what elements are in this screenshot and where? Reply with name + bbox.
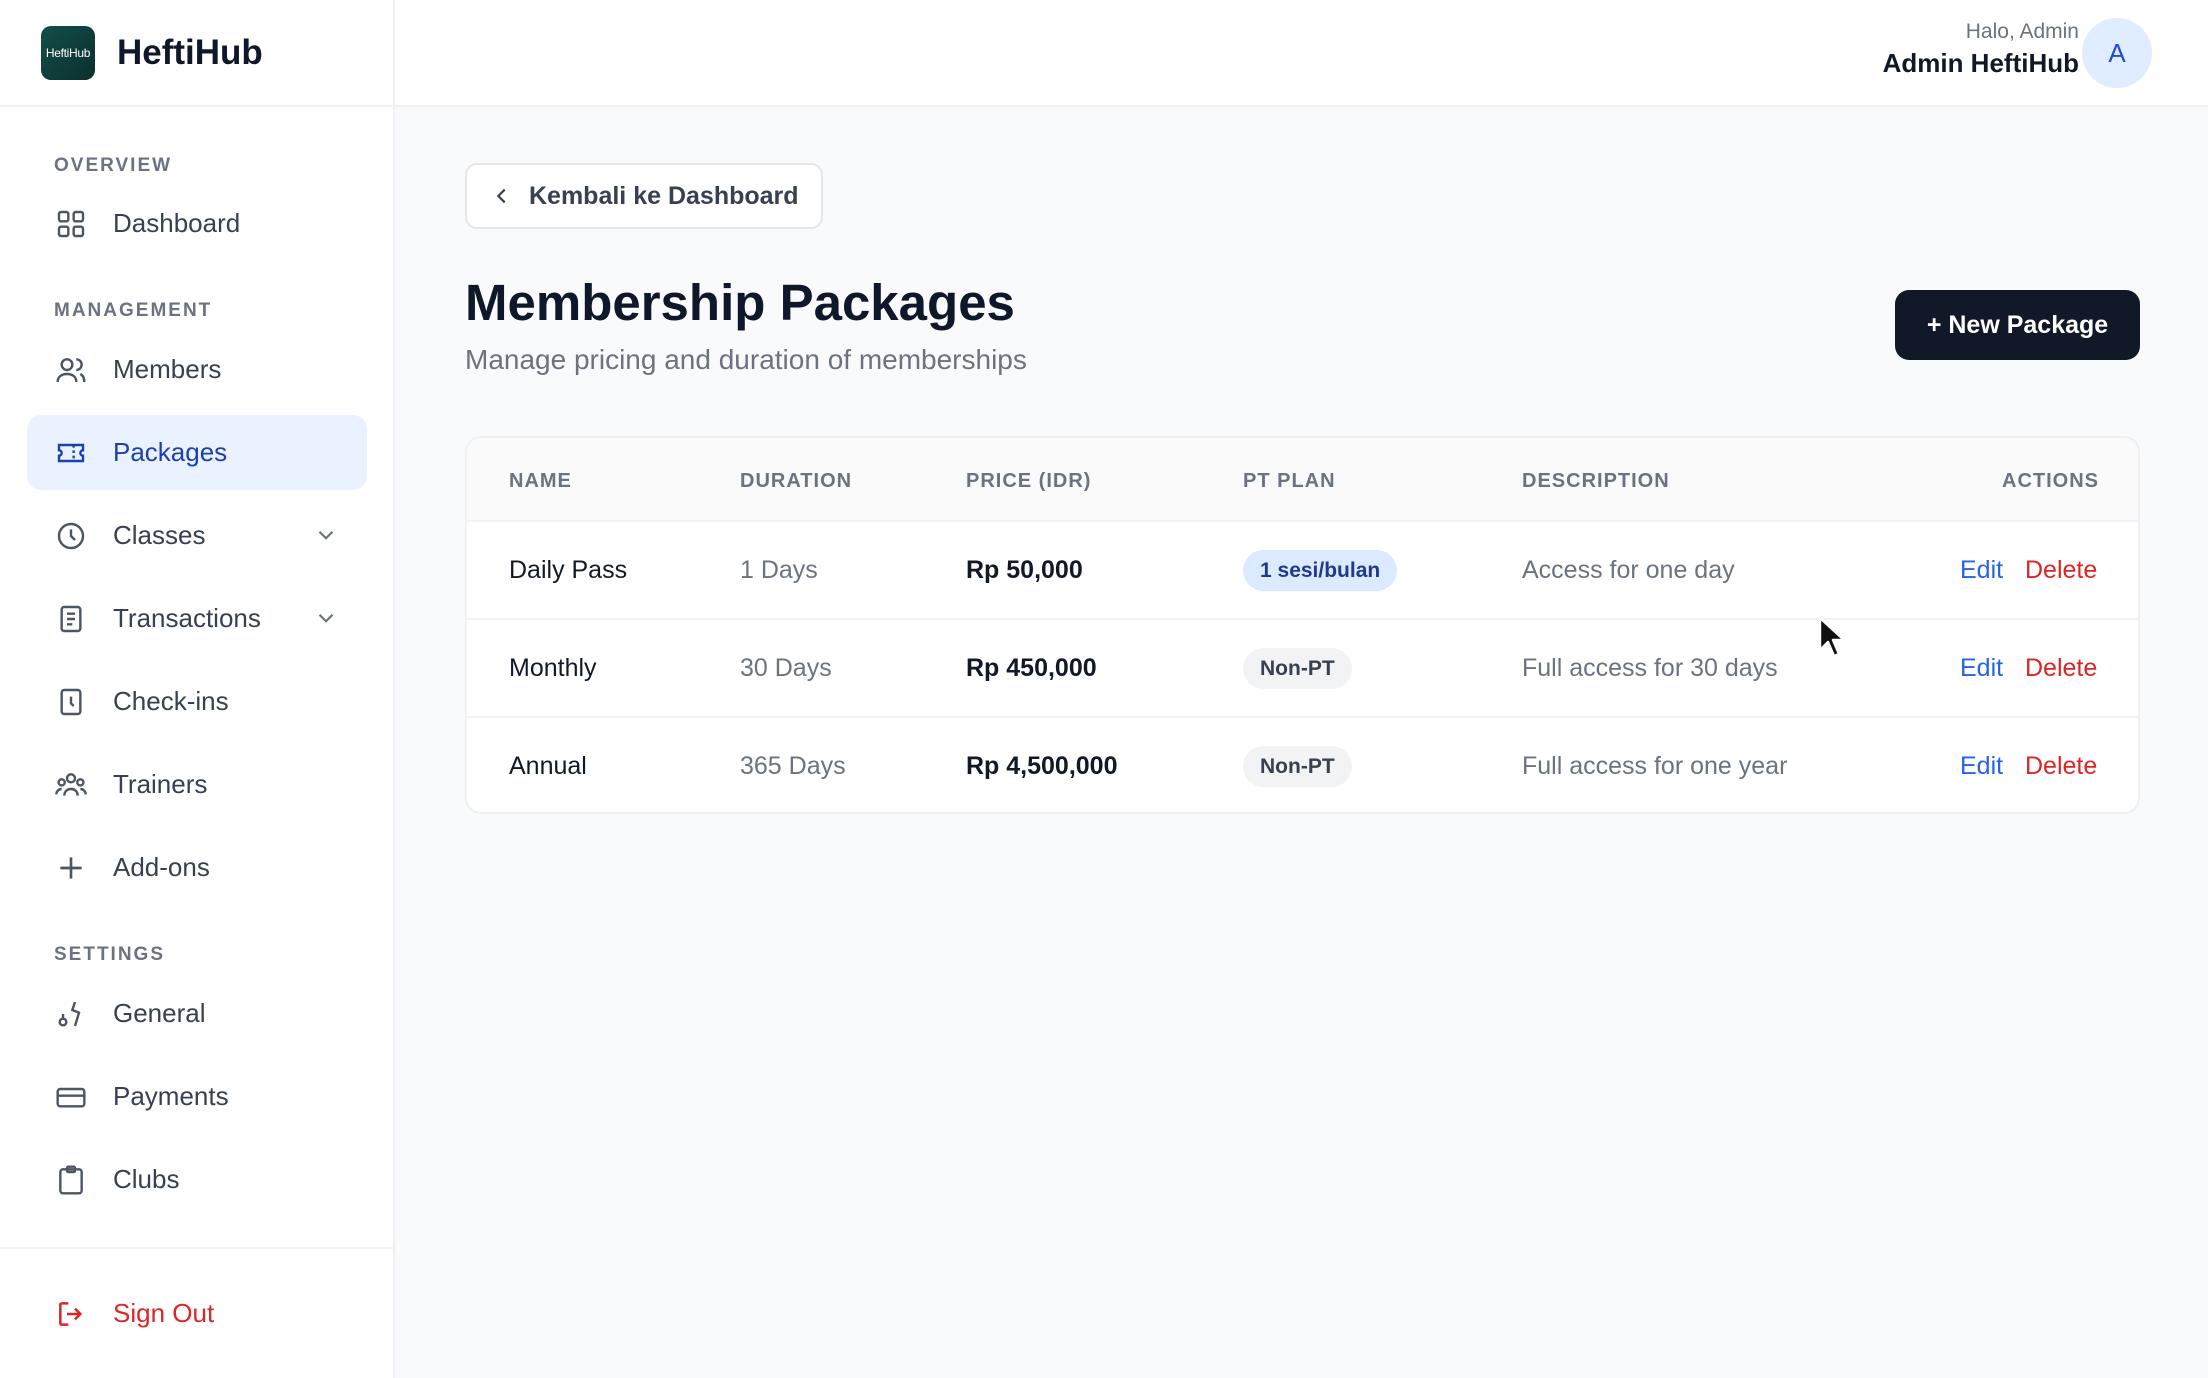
sidebar-item-classes[interactable]: Classes <box>27 498 367 573</box>
sidebar-item-label: Dashboard <box>113 208 241 238</box>
user-name: Admin HeftiHub <box>1882 48 2079 78</box>
back-to-dashboard-button[interactable]: Kembali ke Dashboard <box>465 163 823 229</box>
package-price: Rp 4,500,000 <box>966 752 1118 780</box>
sidebar-item-trainers[interactable]: Trainers <box>27 747 367 822</box>
settings-icon <box>55 998 87 1030</box>
checkin-icon <box>55 686 87 718</box>
sidebar-item-label: Check-ins <box>113 686 229 716</box>
package-price: Rp 450,000 <box>966 654 1097 682</box>
column-header-description: DESCRIPTION <box>1522 470 1670 492</box>
package-description: Full access for 30 days <box>1522 654 1778 682</box>
delete-button[interactable]: Delete <box>2025 752 2097 781</box>
greeting: Halo, Admin <box>1965 20 2079 43</box>
chevron-left-icon <box>496 188 506 204</box>
sidebar-item-general[interactable]: General <box>27 976 367 1051</box>
table-row: Monthly 30 Days Rp 450,000 Non-PT Full a… <box>467 620 2138 718</box>
new-package-button[interactable]: + New Package <box>1895 290 2140 360</box>
sidebar-item-add-ons[interactable]: Add-ons <box>27 830 367 905</box>
sidebar-item-payments[interactable]: Payments <box>27 1059 367 1134</box>
edit-button[interactable]: Edit <box>1960 556 2003 585</box>
package-duration: 30 Days <box>740 654 832 682</box>
package-price: Rp 50,000 <box>966 556 1083 584</box>
package-duration: 1 Days <box>740 556 818 584</box>
clock-icon <box>55 520 87 552</box>
avatar[interactable]: A <box>2082 18 2152 88</box>
sidebar-item-label: Clubs <box>113 1164 180 1194</box>
page-title: Membership Packages <box>465 274 1015 331</box>
package-name: Annual <box>509 752 587 780</box>
app: HeftiHub HeftiHub OVERVIEW Dashboard MAN… <box>0 0 2208 1378</box>
card-icon <box>55 1081 87 1113</box>
document-icon <box>55 603 87 635</box>
top-bar: Halo, Admin Admin HeftiHub A <box>395 0 2208 107</box>
sidebar-item-label: Packages <box>113 437 228 467</box>
sidebar-item-label: Trainers <box>113 769 208 799</box>
delete-button[interactable]: Delete <box>2025 556 2097 585</box>
package-name: Daily Pass <box>509 556 628 584</box>
packages-table: NAME DURATION PRICE (IDR) PT PLAN DESCRI… <box>465 436 2140 814</box>
package-name: Monthly <box>509 654 597 682</box>
clipboard-icon <box>55 1164 87 1196</box>
sign-out-button[interactable]: Sign Out <box>27 1276 367 1351</box>
column-header-price: PRICE (IDR) <box>966 470 1092 492</box>
edit-button[interactable]: Edit <box>1960 752 2003 781</box>
sidebar-footer: Sign Out <box>0 1247 393 1378</box>
package-description: Access for one day <box>1522 556 1735 584</box>
chevron-down-icon[interactable] <box>313 605 339 631</box>
sidebar-item-dashboard[interactable]: Dashboard <box>27 186 367 261</box>
column-header-pt-plan: PT PLAN <box>1243 470 1336 492</box>
section-label-management: MANAGEMENT <box>54 300 213 321</box>
sidebar-item-check-ins[interactable]: Check-ins <box>27 664 367 739</box>
sidebar-item-label: Add-ons <box>113 852 210 882</box>
section-label-settings: SETTINGS <box>54 944 166 965</box>
user-info: Halo, Admin Admin HeftiHub <box>1883 20 2079 79</box>
sign-out-label: Sign Out <box>113 1298 215 1328</box>
chevron-down-icon[interactable] <box>313 522 339 548</box>
column-header-actions: ACTIONS <box>2002 470 2099 492</box>
pt-plan-badge: Non-PT <box>1243 648 1352 689</box>
brand[interactable]: HeftiHub HeftiHub <box>0 0 393 107</box>
logout-icon <box>55 1298 87 1330</box>
sidebar-item-packages[interactable]: Packages <box>27 415 367 490</box>
column-header-name: NAME <box>509 470 572 492</box>
group-icon <box>55 769 87 801</box>
ticket-icon <box>55 437 87 469</box>
sidebar-item-label: General <box>113 998 206 1028</box>
users-icon <box>55 354 87 386</box>
table-header: NAME DURATION PRICE (IDR) PT PLAN DESCRI… <box>467 438 2138 522</box>
sidebar: HeftiHub HeftiHub OVERVIEW Dashboard MAN… <box>0 0 395 1378</box>
table-row: Annual 365 Days Rp 4,500,000 Non-PT Full… <box>467 718 2138 812</box>
grid-icon <box>55 208 87 240</box>
brand-name: HeftiHub <box>117 32 263 72</box>
sidebar-item-transactions[interactable]: Transactions <box>27 581 367 656</box>
plus-icon <box>55 852 87 884</box>
pt-plan-badge: Non-PT <box>1243 746 1352 787</box>
package-duration: 365 Days <box>740 752 846 780</box>
page-subtitle: Manage pricing and duration of membershi… <box>465 344 1027 375</box>
mouse-cursor-icon <box>1818 616 1846 658</box>
sidebar-item-clubs[interactable]: Clubs <box>27 1142 367 1217</box>
brand-logo: HeftiHub <box>41 25 95 80</box>
delete-button[interactable]: Delete <box>2025 654 2097 683</box>
sidebar-item-label: Payments <box>113 1081 229 1111</box>
sidebar-item-members[interactable]: Members <box>27 332 367 407</box>
table-row: Daily Pass 1 Days Rp 50,000 1 sesi/bulan… <box>467 522 2138 620</box>
pt-plan-badge: 1 sesi/bulan <box>1243 550 1398 591</box>
sidebar-item-label: Members <box>113 354 222 384</box>
sidebar-item-label: Transactions <box>113 603 261 633</box>
back-label: Kembali ke Dashboard <box>529 181 799 210</box>
package-description: Full access for one year <box>1522 752 1788 780</box>
column-header-duration: DURATION <box>740 470 853 492</box>
edit-button[interactable]: Edit <box>1960 654 2003 683</box>
section-label-overview: OVERVIEW <box>54 155 173 176</box>
sidebar-item-label: Classes <box>113 520 206 550</box>
